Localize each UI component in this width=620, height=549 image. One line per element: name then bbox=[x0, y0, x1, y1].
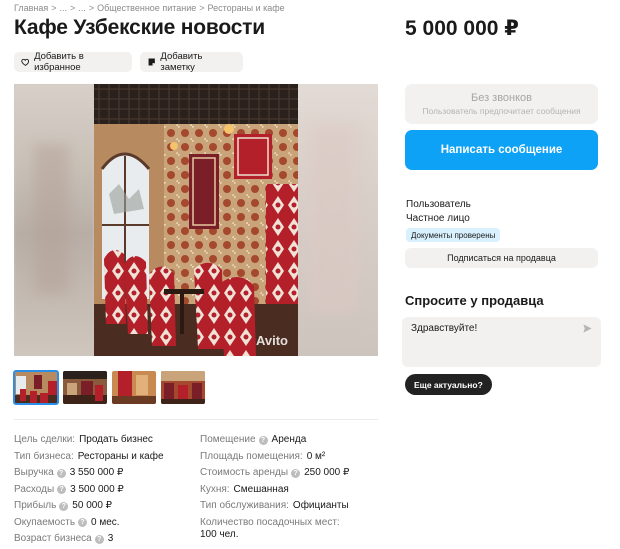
thumbnail-3[interactable] bbox=[112, 371, 156, 404]
breadcrumb-item-2[interactable]: ... bbox=[60, 3, 68, 13]
param-row: Тип бизнеса: Рестораны и кафе bbox=[14, 449, 194, 466]
documents-verified-badge: Документы проверены bbox=[406, 228, 501, 242]
thumbnail-image bbox=[14, 371, 58, 404]
param-value: 0 м² bbox=[306, 450, 326, 462]
param-value: 0 мес. bbox=[91, 516, 120, 528]
previous-photo-preview[interactable] bbox=[14, 84, 94, 356]
param-row: Возраст бизнеса? 3 bbox=[14, 531, 194, 548]
add-to-favorites-button[interactable]: Добавить в избранное bbox=[14, 51, 132, 73]
param-row: Помещение? Аренда bbox=[200, 432, 380, 449]
params-list-left: Цель сделки: Продать бизнес Тип бизнеса: Р… bbox=[14, 432, 194, 548]
breadcrumb-separator: > bbox=[51, 3, 57, 13]
send-icon[interactable] bbox=[582, 323, 593, 334]
heart-icon bbox=[21, 58, 30, 66]
param-label: Выручка bbox=[14, 467, 54, 478]
param-label: Стоимость аренды bbox=[200, 467, 289, 478]
param-label: Окупаемость bbox=[14, 516, 76, 528]
avito-watermark: Avito bbox=[255, 333, 288, 348]
thumbnail-image bbox=[63, 371, 107, 404]
param-row: Стоимость аренды? 250 000 ₽ bbox=[200, 465, 380, 482]
ask-seller-title: Спросите у продавца bbox=[405, 293, 544, 308]
param-row: Тип обслуживания: Официанты bbox=[200, 498, 380, 515]
add-to-favorites-label: Добавить в избранное bbox=[34, 51, 84, 73]
param-row: Кухня: Смешанная bbox=[200, 482, 380, 499]
param-row: Площадь помещения: 0 м² bbox=[200, 449, 380, 466]
param-value: 3 500 000 ₽ bbox=[70, 483, 124, 495]
no-calls-title: Без звонков bbox=[470, 92, 533, 104]
add-note-label: Добавить заметку bbox=[160, 51, 203, 73]
param-value: 3 bbox=[107, 533, 114, 544]
seller-name[interactable]: Пользователь bbox=[406, 199, 471, 210]
listing-title: Кафе Узбекские новости bbox=[14, 16, 265, 39]
param-label: Тип бизнеса: bbox=[14, 450, 74, 462]
param-row: Количество посадочных мест: 100 чел. bbox=[200, 517, 380, 541]
add-note-button[interactable]: Добавить заметку bbox=[140, 51, 243, 73]
thumbnail-image bbox=[112, 371, 156, 404]
main-photo[interactable] bbox=[94, 84, 298, 356]
param-value: Аренда bbox=[271, 434, 307, 445]
note-icon bbox=[148, 58, 155, 66]
help-icon[interactable]: ? bbox=[56, 468, 66, 478]
breadcrumb-separator: > bbox=[199, 3, 205, 13]
help-icon[interactable]: ? bbox=[57, 485, 67, 495]
help-icon[interactable]: ? bbox=[94, 534, 104, 544]
help-icon[interactable]: ? bbox=[258, 435, 268, 445]
listing-price: 5 000 000 ₽ bbox=[405, 17, 519, 40]
help-icon[interactable]: ? bbox=[59, 501, 69, 511]
breadcrumb-item-3[interactable]: ... bbox=[78, 3, 86, 13]
cafe-interior-image bbox=[94, 84, 298, 356]
section-divider bbox=[14, 419, 378, 420]
param-label: Возраст бизнеса bbox=[14, 533, 92, 544]
breadcrumb-item-home[interactable]: Главная bbox=[14, 3, 48, 13]
params-list-right: Помещение? Аренда Площадь помещения: 0 м² … bbox=[200, 432, 380, 541]
param-label: Прибыль bbox=[14, 500, 57, 511]
breadcrumb-item-category[interactable]: Общественное питание bbox=[97, 3, 196, 13]
param-value: Официанты bbox=[292, 500, 349, 511]
param-value: 100 чел. bbox=[200, 528, 239, 540]
no-calls-button[interactable]: Без звонков Пользователь предпочитает со… bbox=[405, 84, 598, 124]
breadcrumb-item-subcategory[interactable]: Рестораны и кафе bbox=[208, 3, 285, 13]
param-label: Площадь помещения: bbox=[200, 450, 303, 462]
param-row: Выручка? 3 550 000 ₽ bbox=[14, 465, 194, 482]
ask-message-field[interactable]: Здравствуйте! bbox=[402, 317, 601, 367]
quick-reply-still-actual-button[interactable]: Еще актуально? bbox=[405, 374, 492, 395]
param-row: Расходы? 3 500 000 ₽ bbox=[14, 482, 194, 499]
param-row: Прибыль? 50 000 ₽ bbox=[14, 498, 194, 515]
no-calls-subtitle: Пользователь предпочитает сообщения bbox=[422, 106, 581, 116]
subscribe-seller-button[interactable]: Подписаться на продавца bbox=[405, 248, 598, 268]
param-label: Кухня: bbox=[200, 483, 230, 495]
thumbnail-1[interactable] bbox=[13, 370, 59, 405]
write-message-button[interactable]: Написать сообщение bbox=[405, 130, 598, 170]
breadcrumb-separator: > bbox=[70, 3, 76, 13]
breadcrumb-separator: > bbox=[88, 3, 95, 13]
param-label: Расходы bbox=[14, 483, 55, 495]
thumbnail-4[interactable] bbox=[161, 371, 205, 404]
photo-gallery[interactable]: Avito bbox=[14, 84, 378, 356]
param-label: Количество посадочных мест: bbox=[200, 516, 340, 528]
param-value: Продать бизнес bbox=[79, 434, 153, 445]
ask-message-text[interactable]: Здравствуйте! bbox=[411, 323, 477, 334]
param-value: Смешанная bbox=[233, 483, 289, 495]
param-value: 50 000 ₽ bbox=[72, 500, 113, 511]
next-photo-preview[interactable] bbox=[298, 84, 378, 356]
param-value: 3 550 000 ₽ bbox=[69, 467, 124, 478]
param-label: Цель сделки: bbox=[14, 434, 76, 445]
help-icon[interactable]: ? bbox=[78, 518, 88, 528]
seller-type: Частное лицо bbox=[406, 213, 470, 224]
param-row: Окупаемость? 0 мес. bbox=[14, 515, 194, 532]
param-label: Помещение bbox=[200, 434, 256, 445]
thumbnail-strip bbox=[13, 370, 205, 405]
param-value: Рестораны и кафе bbox=[77, 450, 164, 462]
thumbnail-image bbox=[161, 371, 205, 404]
breadcrumb: Главная >... >... > Общественное питание > Рес… bbox=[14, 3, 285, 13]
thumbnail-2[interactable] bbox=[63, 371, 107, 404]
help-icon[interactable]: ? bbox=[291, 468, 301, 478]
param-value: 250 000 ₽ bbox=[304, 467, 350, 478]
param-row: Цель сделки: Продать бизнес bbox=[14, 432, 194, 449]
param-label: Тип обслуживания: bbox=[200, 500, 289, 511]
